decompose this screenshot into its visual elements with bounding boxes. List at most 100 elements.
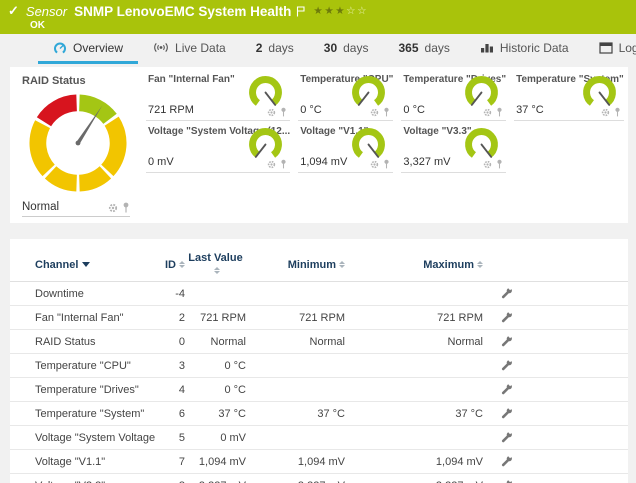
gauge-tile[interactable]: Voltage "V3.3" 3,327 mV (401, 121, 506, 173)
gauge-value: 0 °C (300, 104, 322, 116)
tab-number: 2 (256, 41, 263, 55)
live-signal-icon (153, 41, 169, 54)
channel-id: 2 (155, 312, 185, 324)
tab-overview[interactable]: Overview (38, 34, 138, 64)
table-row[interactable]: Downtime -4 (10, 282, 628, 306)
gear-icon[interactable] (108, 203, 118, 213)
wrench-icon[interactable] (500, 431, 513, 444)
gear-icon[interactable] (601, 108, 610, 117)
channel-name[interactable]: RAID Status (22, 336, 155, 348)
pin-icon[interactable] (280, 107, 287, 117)
tab-label: Historic Data (500, 41, 569, 55)
table-row[interactable]: RAID Status 0 Normal Normal Normal (10, 330, 628, 354)
tab-label: days (425, 41, 450, 55)
log-icon (599, 42, 613, 54)
raid-gauge-title: RAID Status (22, 75, 134, 87)
pin-icon[interactable] (383, 107, 390, 117)
chart-icon (480, 41, 494, 54)
gauge-tile[interactable]: Voltage "V1.1" 1,094 mV (298, 121, 393, 173)
overview-panel: RAID Status Normal (10, 67, 628, 223)
tab-bar: Overview Live Data 2 days 30 days 365 da… (0, 34, 636, 64)
sort-desc-icon (82, 262, 90, 267)
priority-stars[interactable]: ★★★☆☆ (313, 5, 368, 17)
gauge-dial (581, 74, 618, 111)
tab-label: days (268, 41, 293, 55)
flag-icon[interactable] (296, 6, 305, 17)
wrench-icon[interactable] (500, 407, 513, 420)
pin-icon[interactable] (496, 159, 503, 169)
channel-name[interactable]: Fan "Internal Fan" (22, 312, 155, 324)
pin-icon[interactable] (383, 159, 390, 169)
gear-icon[interactable] (267, 160, 276, 169)
pin-icon[interactable] (280, 159, 287, 169)
wrench-icon[interactable] (500, 479, 513, 483)
gauge-dial (247, 126, 284, 163)
channel-minimum: 721 RPM (246, 312, 345, 324)
gear-icon[interactable] (370, 160, 379, 169)
table-row[interactable]: Temperature "System" 6 37 °C 37 °C 37 °C (10, 402, 628, 426)
tab-historic-data[interactable]: Historic Data (465, 34, 584, 64)
channel-last-value: 0 °C (185, 360, 246, 372)
wrench-icon[interactable] (500, 335, 513, 348)
table-row[interactable]: Voltage "V3.3" 8 3,327 mV 3,327 mV 3,327… (10, 474, 628, 483)
column-header-id[interactable]: ID (155, 259, 185, 271)
gauge-tile[interactable]: Temperature "Drives" 0 °C (401, 69, 506, 121)
gauge-tile[interactable]: Temperature "System" 37 °C (514, 69, 624, 121)
tab-365-days[interactable]: 365 days (383, 34, 464, 64)
channel-id: 0 (155, 336, 185, 348)
tab-2-days[interactable]: 2 days (241, 34, 309, 64)
table-row[interactable]: Voltage "System Voltage (... 5 0 mV (10, 426, 628, 450)
status-check-icon: ✓ (8, 3, 19, 19)
gauge-icon (53, 41, 67, 55)
pin-icon[interactable] (122, 202, 130, 213)
gear-icon[interactable] (483, 108, 492, 117)
wrench-icon[interactable] (500, 455, 513, 468)
gauge-value: 0 mV (148, 156, 174, 168)
channel-maximum: 37 °C (345, 408, 483, 420)
tab-label: Live Data (175, 41, 226, 55)
stars-empty[interactable]: ☆☆ (346, 5, 368, 17)
gear-icon[interactable] (483, 160, 492, 169)
column-header-channel[interactable]: Channel (22, 259, 155, 271)
gauge-dial (350, 126, 387, 163)
table-row[interactable]: Temperature "CPU" 3 0 °C (10, 354, 628, 378)
pin-icon[interactable] (496, 107, 503, 117)
tab-30-days[interactable]: 30 days (309, 34, 384, 64)
tab-number: 365 (398, 41, 418, 55)
channel-id: 4 (155, 384, 185, 396)
channel-name[interactable]: Temperature "System" (22, 408, 155, 420)
pin-icon[interactable] (614, 107, 621, 117)
gear-icon[interactable] (370, 108, 379, 117)
tab-live-data[interactable]: Live Data (138, 34, 241, 64)
column-header-last-value[interactable]: Last Value (185, 252, 246, 277)
table-row[interactable]: Temperature "Drives" 4 0 °C (10, 378, 628, 402)
gauge-value: 0 °C (403, 104, 425, 116)
gauge-dial (463, 126, 500, 163)
channel-maximum: 721 RPM (345, 312, 483, 324)
channel-name[interactable]: Voltage "System Voltage (... (22, 432, 155, 444)
sensor-title: SNMP LenovoEMC System Health (74, 4, 291, 19)
gear-icon[interactable] (267, 108, 276, 117)
wrench-icon[interactable] (500, 359, 513, 372)
tab-log[interactable]: Log (584, 34, 636, 64)
table-row[interactable]: Fan "Internal Fan" 2 721 RPM 721 RPM 721… (10, 306, 628, 330)
wrench-icon[interactable] (500, 287, 513, 300)
stars-filled[interactable]: ★★★ (313, 5, 346, 17)
gauge-tile[interactable]: Voltage "System Voltage (12... 0 mV (146, 121, 290, 173)
raid-status-tile[interactable]: RAID Status Normal (10, 67, 146, 223)
wrench-icon[interactable] (500, 311, 513, 324)
wrench-icon[interactable] (500, 383, 513, 396)
channel-last-value: 0 mV (185, 432, 246, 444)
channel-name[interactable]: Downtime (22, 288, 155, 300)
channel-name[interactable]: Temperature "Drives" (22, 384, 155, 396)
channel-table: Channel ID Last Value Minimum Maximum Do… (10, 239, 628, 483)
gauge-tile[interactable]: Fan "Internal Fan" 721 RPM (146, 69, 290, 121)
channel-last-value: 0 °C (185, 384, 246, 396)
column-header-minimum[interactable]: Minimum (246, 259, 345, 271)
column-header-maximum[interactable]: Maximum (345, 259, 483, 271)
channel-name[interactable]: Voltage "V1.1" (22, 456, 155, 468)
table-row[interactable]: Voltage "V1.1" 7 1,094 mV 1,094 mV 1,094… (10, 450, 628, 474)
gauge-dial (463, 74, 500, 111)
gauge-tile[interactable]: Temperature "CPU" 0 °C (298, 69, 393, 121)
channel-name[interactable]: Temperature "CPU" (22, 360, 155, 372)
